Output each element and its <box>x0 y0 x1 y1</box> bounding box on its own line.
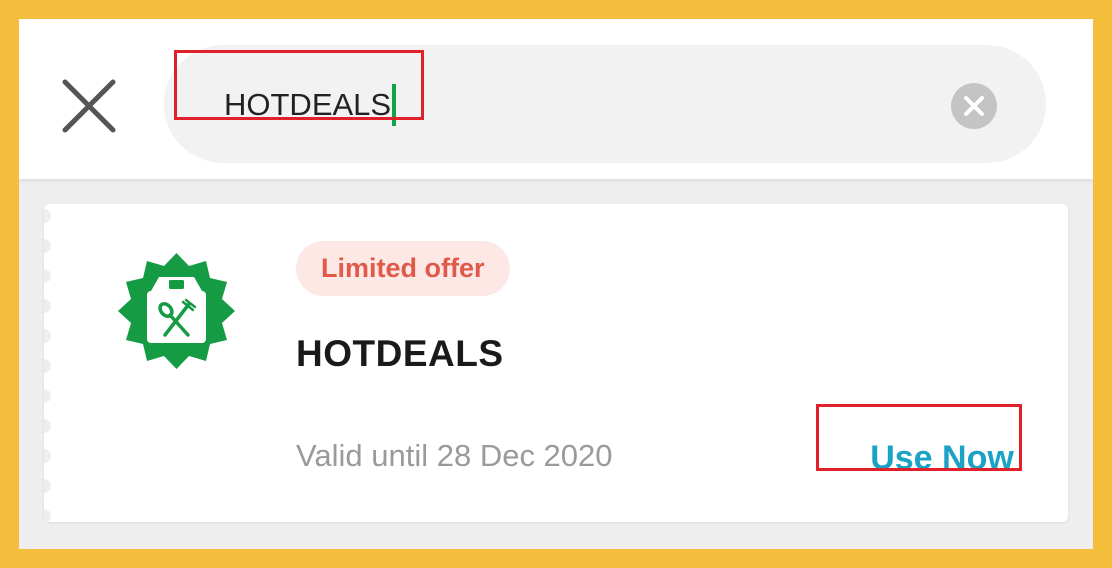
close-icon <box>62 79 116 133</box>
validity-date: Valid until 28 Dec 2020 <box>296 438 613 473</box>
ticket-edge <box>44 204 60 522</box>
limited-offer-tag: Limited offer <box>296 241 510 296</box>
clear-circle-icon <box>951 83 997 129</box>
clear-search-button[interactable] <box>950 82 998 130</box>
search-text-highlight <box>174 50 424 120</box>
promo-code-title: HOTDEALS <box>296 333 504 374</box>
voucher-card: Limited offer HOTDEALS Valid until 28 De… <box>44 204 1068 522</box>
use-now-highlight <box>816 404 1022 471</box>
close-button[interactable] <box>59 76 119 136</box>
food-delivery-badge-icon <box>109 244 244 379</box>
